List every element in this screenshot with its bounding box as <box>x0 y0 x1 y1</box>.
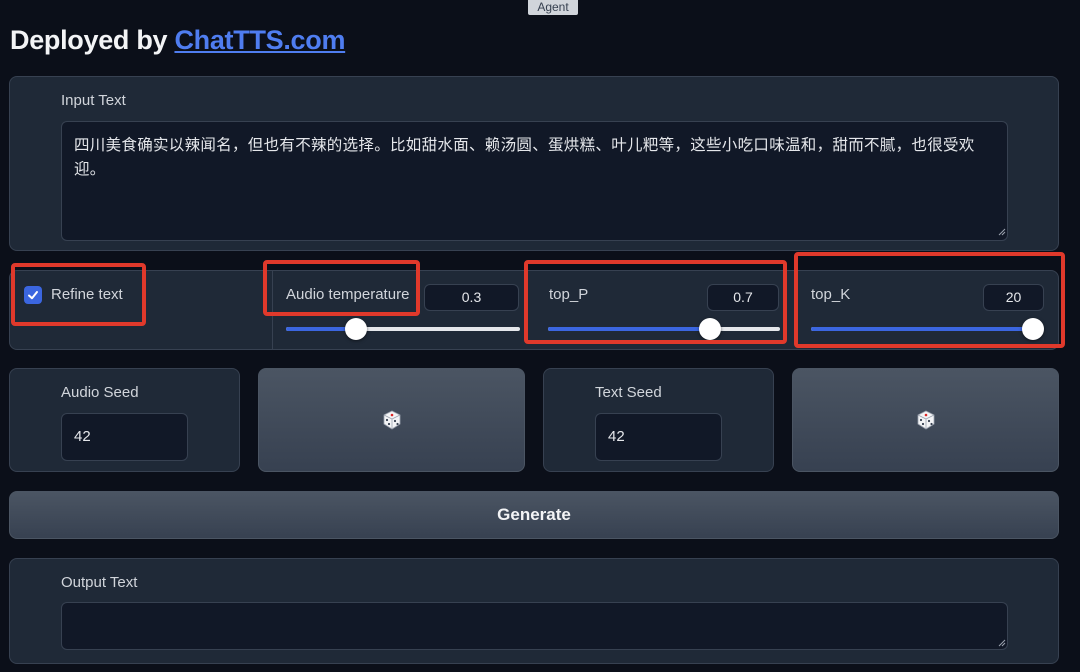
audio-temperature-label: Audio temperature <box>286 286 410 303</box>
input-text-label: Input Text <box>61 92 126 109</box>
top-k-fill <box>811 327 1033 331</box>
input-text-field[interactable]: 四川美食确实以辣闻名，但也有不辣的选择。比如甜水面、赖汤圆、蛋烘糕、叶儿粑等，这… <box>61 121 1008 241</box>
output-text-panel: Output Text <box>9 558 1059 664</box>
text-seed-dice-button[interactable] <box>792 368 1059 472</box>
audio-seed-label: Audio Seed <box>61 384 139 401</box>
input-text-panel: Input Text 四川美食确实以辣闻名，但也有不辣的选择。比如甜水面、赖汤圆… <box>9 76 1059 251</box>
audio-seed-dice-button[interactable] <box>258 368 525 472</box>
dice-icon <box>383 410 400 430</box>
text-seed-input[interactable]: 42 <box>595 413 722 461</box>
audio-seed-panel: Audio Seed 42 <box>9 368 240 472</box>
text-seed-label: Text Seed <box>595 384 662 401</box>
refine-text-label[interactable]: Refine text <box>51 286 123 303</box>
top-k-input[interactable]: 20 <box>983 284 1044 311</box>
top-p-input[interactable]: 0.7 <box>707 284 779 311</box>
top-p-fill <box>548 327 711 331</box>
chattts-link[interactable]: ChatTTS.com <box>174 25 345 55</box>
output-text-label: Output Text <box>61 574 138 591</box>
audio-temperature-input[interactable]: 0.3 <box>424 284 519 311</box>
top-k-slider[interactable] <box>811 318 1044 340</box>
page-title: Deployed by ChatTTS.com <box>10 20 345 60</box>
controls-panel <box>9 270 1059 350</box>
dice-icon <box>917 410 934 430</box>
top-p-slider[interactable] <box>548 318 780 340</box>
generate-button-label: Generate <box>497 505 571 524</box>
top-p-label: top_P <box>549 286 589 303</box>
generate-button[interactable]: Generate <box>9 491 1059 539</box>
text-seed-panel: Text Seed 42 <box>543 368 774 472</box>
resize-handle-icon[interactable] <box>998 639 1006 647</box>
output-text-field[interactable] <box>61 602 1008 650</box>
resize-handle-icon[interactable] <box>998 228 1006 236</box>
top-k-thumb[interactable] <box>1022 318 1044 340</box>
check-icon <box>28 291 38 300</box>
controls-divider <box>272 271 273 349</box>
audio-temperature-slider[interactable] <box>286 318 520 340</box>
refine-text-checkbox[interactable] <box>24 286 42 304</box>
audio-seed-input[interactable]: 42 <box>61 413 188 461</box>
title-prefix: Deployed by <box>10 25 175 55</box>
agent-tag[interactable]: Agent <box>528 0 578 15</box>
top-k-label: top_K <box>811 286 851 303</box>
